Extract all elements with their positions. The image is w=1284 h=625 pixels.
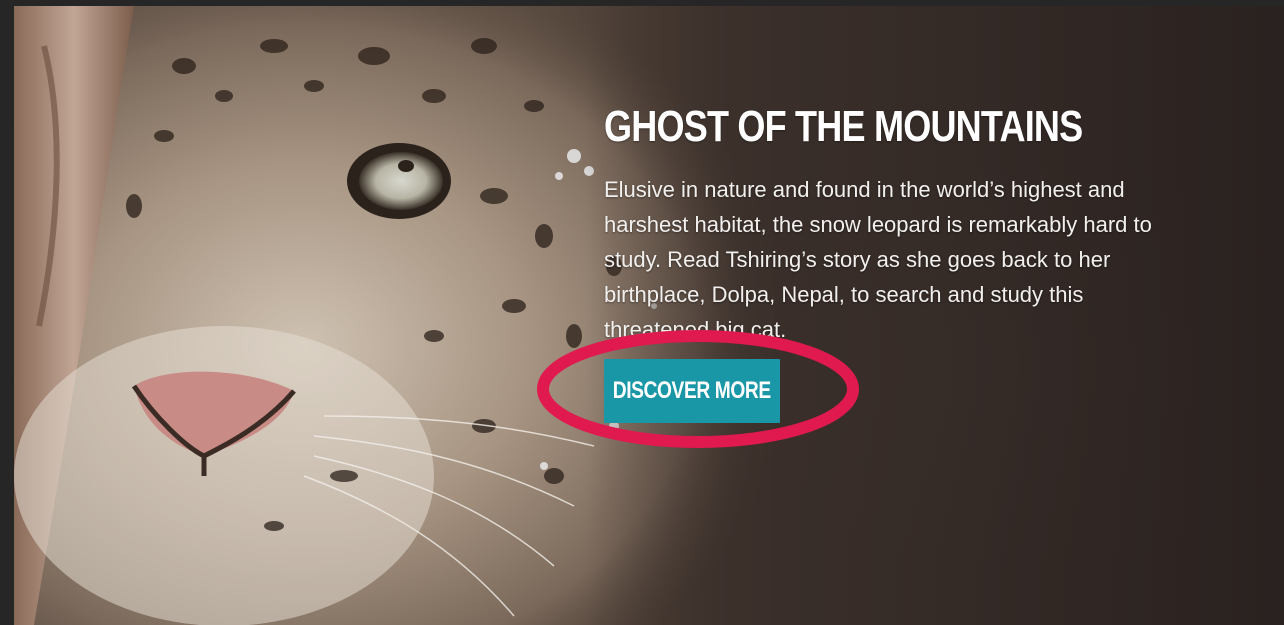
description-line: Elusive in nature and found in the world… <box>604 177 1125 202</box>
discover-more-label: DISCOVER MORE <box>612 377 772 404</box>
description-line: study. Read Tshiring’s story as she goes… <box>604 247 1111 272</box>
discover-more-button[interactable]: DISCOVER MORE <box>604 359 780 423</box>
hero-description: Elusive in nature and found in the world… <box>604 172 1254 347</box>
description-line: birthplace, Dolpa, Nepal, to search and … <box>604 282 1084 307</box>
description-line: threatened big cat. <box>604 317 787 342</box>
description-line: harshest habitat, the snow leopard is re… <box>604 212 1152 237</box>
hero-headline: GHOST OF THE MOUNTAINS <box>604 102 1083 151</box>
hero-banner: GHOST OF THE MOUNTAINS Elusive in nature… <box>14 6 1284 625</box>
